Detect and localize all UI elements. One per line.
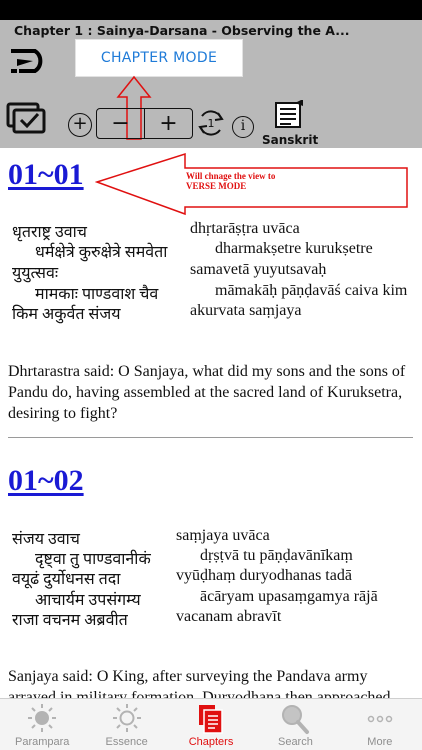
annotation-line: VERSE MODE	[186, 181, 247, 191]
chapter-title: Chapter 1 : Sainya-Darsana - Observing t…	[14, 23, 350, 38]
transliteration-line: māmakāḥ pāṇḍavāś caiva kim	[215, 282, 408, 299]
devanagari-line: दृष्ट्वा तु पाण्डवानीकं	[35, 551, 151, 568]
toolbar: Chapter 1 : Sainya-Darsana - Observing t…	[0, 20, 422, 148]
devanagari-line: धृतराष्ट्र उवाच	[12, 224, 87, 241]
magnifier-icon	[282, 705, 310, 734]
annotation-line: Will chnage the view to	[186, 171, 276, 181]
tab-essence[interactable]: Essence	[84, 699, 168, 750]
repeat-count: 1	[208, 117, 215, 130]
zoom-in-icon[interactable]: +	[68, 113, 92, 137]
devanagari-line: युयुत्सवः	[12, 265, 59, 282]
transliteration-line: saṃjaya uvāca	[176, 527, 270, 544]
documents-icon	[199, 705, 223, 734]
transliteration-line: vyūḍhaṃ duryodhanas tadā	[176, 567, 352, 584]
devanagari-line: वयूढं दुर्योधनस तदा	[12, 571, 121, 588]
transliteration-line: dharmakṣetre kurukṣetre	[215, 240, 373, 257]
font-size-stepper: − +	[96, 108, 193, 139]
transliteration-line: samavetā yuyutsavaḥ	[190, 261, 327, 278]
increase-button[interactable]: +	[144, 109, 192, 138]
decrease-button[interactable]: −	[97, 109, 144, 138]
sanskrit-label[interactable]: Sanskrit	[262, 133, 318, 147]
tab-bar: Parampara Essence Chapters Search More	[0, 698, 422, 750]
info-icon[interactable]: i	[232, 116, 254, 138]
verse-divider	[8, 437, 413, 438]
tab-chapters[interactable]: Chapters	[169, 699, 253, 750]
transliteration-line: ācāryam upasaṃgamya rājā	[200, 588, 378, 605]
transliteration-line: vacanam abravīt	[176, 608, 282, 625]
annotation-text: Will chnage the view to VERSE MODE	[186, 171, 326, 191]
layers-check-icon[interactable]	[6, 102, 48, 136]
tab-label: More	[367, 736, 393, 748]
sanskrit-book-icon[interactable]	[273, 100, 305, 130]
transliteration-line: dhṛtarāṣṭra uvāca	[190, 220, 300, 237]
transliteration-line: akurvata saṃjaya	[190, 302, 302, 319]
tab-label: Parampara	[14, 736, 70, 748]
tab-search[interactable]: Search	[253, 699, 337, 750]
verse-translation: Dhrtarastra said: O Sanjaya, what did my…	[8, 363, 406, 422]
tab-label: Essence	[105, 736, 148, 748]
devanagari-line: आचार्यम उपसंगम्य	[35, 592, 141, 609]
tab-label: Chapters	[188, 736, 234, 748]
devanagari-line: मामकाः पाण्डवाश चैव	[35, 286, 159, 303]
verse-translation: Sanjaya said: O King, after surveying th…	[8, 668, 391, 698]
verse-content[interactable]: 01~01 धृतराष्ट्र उवाच धर्मक्षेत्रे कुरुक…	[0, 148, 422, 698]
verse-number-link[interactable]: 01~01	[8, 158, 84, 192]
devanagari-line: राजा वचनम अब्रवीत	[12, 612, 128, 629]
devanagari-line: धर्मक्षेत्रे कुरुक्षेत्रे समवेता	[35, 244, 168, 261]
repeat-icon[interactable]: 1	[196, 104, 226, 140]
transliteration-line: dṛṣṭvā tu pāṇḍavānīkaṃ	[200, 547, 353, 564]
logo-icon[interactable]	[7, 44, 55, 78]
tab-parampara[interactable]: Parampara	[0, 699, 84, 750]
chapter-mode-button[interactable]: CHAPTER MODE	[75, 39, 243, 77]
tab-label: Search	[277, 736, 313, 748]
more-dots-icon	[367, 715, 393, 723]
sun-icon	[28, 704, 57, 732]
verse-number-link[interactable]: 01~02	[8, 464, 84, 498]
devanagari-line: किम अकुर्वत संजय	[12, 306, 121, 323]
devanagari-line: संजय उवाच	[12, 531, 80, 548]
status-bar	[0, 0, 422, 20]
sun-outline-icon	[112, 704, 141, 732]
tab-more[interactable]: More	[338, 699, 422, 750]
